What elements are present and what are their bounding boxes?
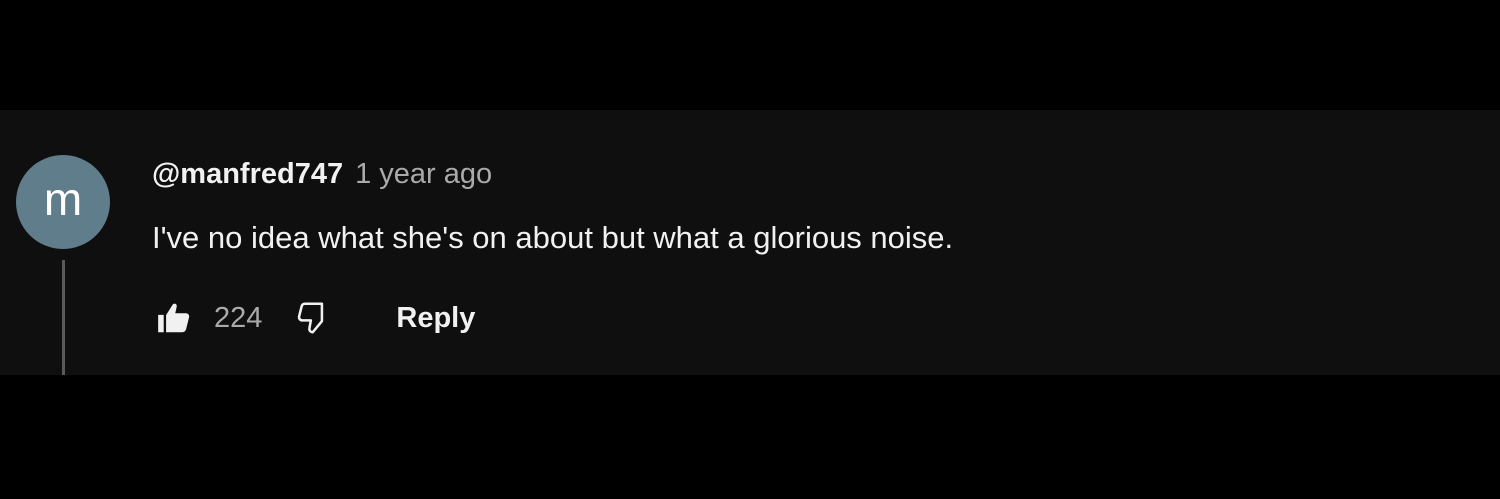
like-button[interactable] <box>152 296 196 340</box>
comment-timestamp[interactable]: 1 year ago <box>355 158 492 191</box>
avatar[interactable]: m <box>16 155 110 249</box>
like-count: 224 <box>214 301 263 334</box>
comment-text: I've no idea what she's on about but wha… <box>152 220 954 255</box>
thread-line <box>62 260 65 375</box>
author-name[interactable]: @manfred747 <box>152 158 343 191</box>
reply-button[interactable]: Reply <box>396 302 475 335</box>
dislike-button[interactable] <box>292 296 336 340</box>
thumbs-down-outline-icon <box>298 302 324 334</box>
comment-actions: 224 Reply <box>152 296 475 340</box>
thumbs-up-filled-icon <box>158 303 190 333</box>
comment-panel: m @manfred747 1 year ago I've no idea wh… <box>0 110 1500 375</box>
avatar-letter: m <box>43 173 83 225</box>
comment-header: @manfred747 1 year ago <box>152 158 492 191</box>
